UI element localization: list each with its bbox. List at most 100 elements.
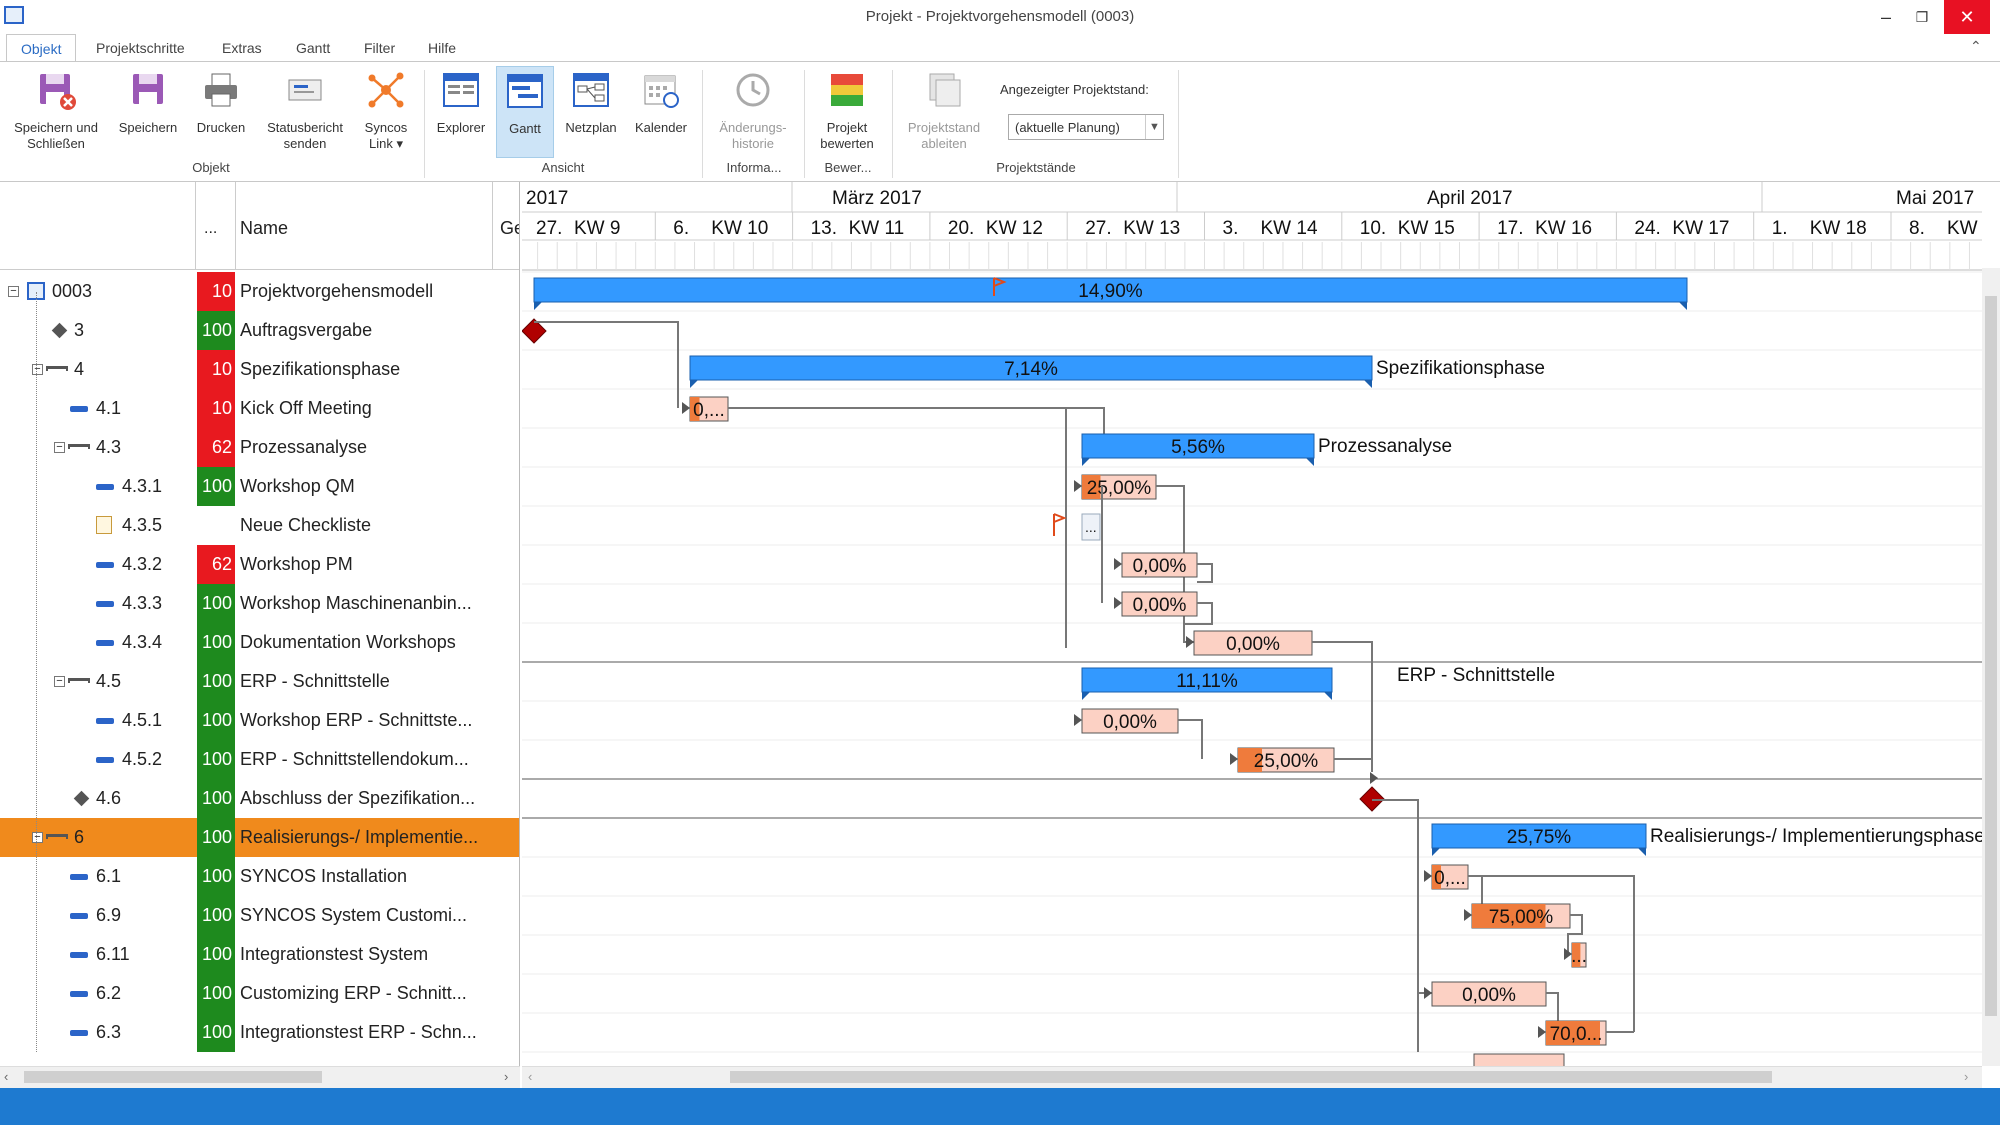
- vertical-scrollbar[interactable]: [1982, 268, 2000, 1066]
- collapse-toggle-icon[interactable]: −: [8, 286, 19, 297]
- history-button[interactable]: Änderungs- historie: [708, 66, 798, 158]
- row-name: Realisierungs-/ Implementie...: [240, 827, 479, 847]
- tab-filter[interactable]: Filter: [350, 34, 409, 62]
- grid-row[interactable]: 6.11 100 Integrationstest System: [0, 935, 519, 974]
- task-icon: [70, 952, 88, 958]
- grid-row[interactable]: − 6 100 Realisierungs-/ Implementie...: [0, 818, 519, 857]
- task-icon: [96, 601, 114, 607]
- save-close-button[interactable]: Speichern und Schließen: [6, 66, 106, 158]
- summary-bar-label: 7,14%: [1004, 359, 1058, 380]
- scroll-left-icon[interactable]: ‹: [4, 1069, 8, 1084]
- collapse-ribbon-icon[interactable]: ⌃: [1970, 38, 1982, 55]
- history-label-1: Änderungs-: [719, 120, 787, 135]
- scroll-right-icon[interactable]: ›: [504, 1069, 508, 1084]
- gantt-scroll-thumb[interactable]: [730, 1071, 1772, 1083]
- progress-cell: 100: [197, 623, 235, 662]
- restore-icon[interactable]: ❐: [1900, 0, 1944, 34]
- scroll-right-icon[interactable]: ›: [1964, 1069, 1968, 1084]
- grid-row[interactable]: 6.9 100 SYNCOS System Customi...: [0, 896, 519, 935]
- group-label-ansicht: Ansicht: [541, 160, 585, 175]
- vertical-scroll-thumb[interactable]: [1985, 296, 1997, 1016]
- row-id: 4.3.1: [122, 476, 163, 496]
- derive-state-button[interactable]: Projektstand ableiten: [898, 66, 990, 158]
- grid-horizontal-scrollbar[interactable]: ‹ ›: [0, 1066, 520, 1088]
- row-name: Customizing ERP - Schnitt...: [240, 983, 467, 1003]
- tab-projektschritte[interactable]: Projektschritte: [82, 34, 199, 62]
- column-header-name[interactable]: Name: [240, 218, 288, 239]
- save-icon: [133, 74, 163, 104]
- gantt-chart: 2017 März 2017 April 2017 Mai 2017 27. KW 9 6.…: [522, 182, 1982, 1066]
- row-id: 4: [74, 359, 85, 379]
- checklist-bar-label: ...: [1085, 519, 1097, 535]
- grid-row[interactable]: 6.2 100 Customizing ERP - Schnitt...: [0, 974, 519, 1013]
- calendar-button[interactable]: Kalender: [628, 66, 694, 158]
- tab-hilfe[interactable]: Hilfe: [414, 34, 470, 62]
- tab-objekt[interactable]: Objekt: [6, 34, 77, 62]
- grid-rows: −0003 10 Projektvorgehensmodell 3 100 Auftrag…: [0, 272, 519, 1052]
- grid-row[interactable]: − 0003 10 Projektvorgehensmodell: [0, 272, 519, 311]
- dependency-arrow: [1186, 636, 1194, 648]
- week-number-label: KW 12: [986, 218, 1043, 239]
- close-icon[interactable]: ✕: [1944, 0, 1990, 34]
- summary-bar-end: [1082, 692, 1090, 700]
- collapse-toggle-icon[interactable]: −: [32, 364, 43, 375]
- print-button[interactable]: Drucken: [188, 66, 254, 158]
- grid-row[interactable]: 4.6 100 Abschluss der Spezifikation...: [0, 779, 519, 818]
- task-bar[interactable]: [1473, 1053, 1565, 1066]
- grid-row[interactable]: 6.3 100 Integrationstest ERP - Schn...: [0, 1013, 519, 1052]
- projektstand-select[interactable]: (aktuelle Planung) ▼: [1008, 114, 1164, 140]
- window-title: Projekt - Projektvorgehensmodell (0003): [865, 8, 1135, 25]
- row-name: Integrationstest ERP - Schn...: [240, 1022, 477, 1042]
- status-report-button[interactable]: Statusbericht senden: [258, 66, 352, 158]
- syncos-link-button[interactable]: Syncos Link ▾: [356, 66, 416, 158]
- dependency-link: [728, 407, 1105, 648]
- task-icon: [96, 562, 114, 568]
- grid-row[interactable]: 4.3.5 Neue Checkliste: [0, 506, 519, 545]
- checklist-icon: [96, 516, 112, 534]
- grid-row[interactable]: 3 100 Auftragsvergabe: [0, 311, 519, 350]
- progress-cell: 62: [197, 428, 235, 467]
- row-id: 4.3.3: [122, 593, 163, 613]
- group-label-informa: Informa...: [726, 160, 782, 175]
- summary-task-icon: [68, 678, 90, 683]
- collapse-toggle-icon[interactable]: −: [54, 676, 65, 687]
- grid-row[interactable]: − 4.5 100 ERP - Schnittstelle: [0, 662, 519, 701]
- summary-task-icon: [46, 366, 68, 371]
- grid-row[interactable]: 4.3.4 100 Dokumentation Workshops: [0, 623, 519, 662]
- save-button[interactable]: Speichern: [112, 66, 184, 158]
- column-header-ge[interactable]: Ge: [500, 218, 519, 239]
- summary-bar-label: 14,90%: [1078, 281, 1143, 302]
- gantt-horizontal-scrollbar[interactable]: ‹ ›: [522, 1066, 1982, 1088]
- column-divider: [492, 182, 493, 270]
- task-bar-label: 25,00%: [1254, 751, 1319, 772]
- row-id: 6.11: [96, 944, 130, 964]
- save-label: Speichern: [118, 120, 178, 135]
- row-name: Workshop ERP - Schnittste...: [240, 710, 473, 730]
- grid-row[interactable]: 4.3.3 100 Workshop Maschinenanbin...: [0, 584, 519, 623]
- column-header-dots[interactable]: ...: [204, 220, 217, 238]
- dependency-arrow: [1074, 714, 1082, 726]
- grid-row[interactable]: 4.3.2 62 Workshop PM: [0, 545, 519, 584]
- collapse-toggle-icon[interactable]: −: [54, 442, 65, 453]
- grid-row[interactable]: 4.1 10 Kick Off Meeting: [0, 389, 519, 428]
- scroll-left-icon[interactable]: ‹: [528, 1069, 532, 1084]
- status-report-label-1: Statusbericht: [267, 120, 343, 135]
- group-label-objekt: Objekt: [192, 160, 230, 175]
- evaluate-project-button[interactable]: Projekt bewerten: [810, 66, 884, 158]
- gantt-view-button[interactable]: Gantt: [496, 66, 554, 158]
- grid-row[interactable]: − 4.3 62 Prozessanalyse: [0, 428, 519, 467]
- tab-extras[interactable]: Extras: [208, 34, 276, 62]
- grid-row[interactable]: 4.5.1 100 Workshop ERP - Schnittste...: [0, 701, 519, 740]
- collapse-toggle-icon[interactable]: −: [32, 832, 43, 843]
- tab-gantt[interactable]: Gantt: [282, 34, 344, 62]
- grid-row[interactable]: 4.3.1 100 Workshop QM: [0, 467, 519, 506]
- chevron-down-icon[interactable]: ▼: [1145, 115, 1163, 139]
- explorer-button[interactable]: Explorer: [430, 66, 492, 158]
- grid-row[interactable]: − 4 10 Spezifikationsphase: [0, 350, 519, 389]
- network-plan-button[interactable]: Netzplan: [558, 66, 624, 158]
- grid-scroll-thumb[interactable]: [24, 1071, 322, 1083]
- week-day-label: 13.: [811, 218, 837, 239]
- milestone-icon: [73, 790, 90, 807]
- grid-row[interactable]: 6.1 100 SYNCOS Installation: [0, 857, 519, 896]
- grid-row[interactable]: 4.5.2 100 ERP - Schnittstellendokum...: [0, 740, 519, 779]
